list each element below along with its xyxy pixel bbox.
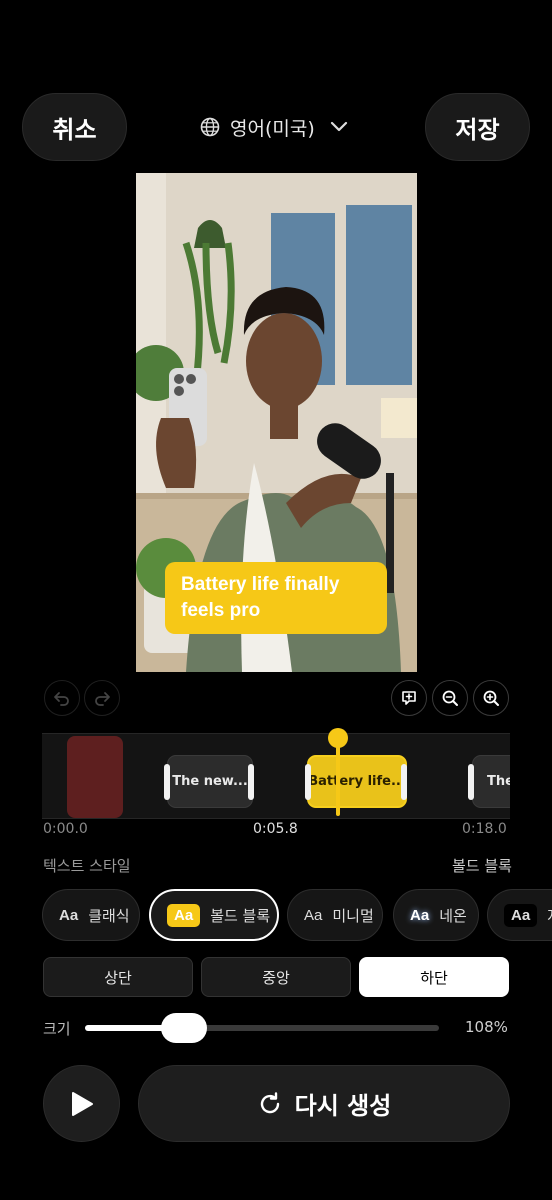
play-icon xyxy=(71,1091,93,1116)
style-preview-icon: Aa xyxy=(59,906,79,924)
timeline-clip-label: The new... xyxy=(172,774,248,789)
clip-trim-handle-right[interactable] xyxy=(401,764,407,800)
clip-trim-handle-left[interactable] xyxy=(468,764,474,800)
style-preview-icon: Aa xyxy=(504,903,538,927)
style-chip-neon[interactable]: Aa 네온 xyxy=(393,889,479,941)
size-slider-track[interactable] xyxy=(85,1025,439,1031)
undo-button[interactable] xyxy=(44,680,80,716)
globe-icon xyxy=(200,117,220,137)
style-preview-icon: Aa xyxy=(304,906,323,924)
style-preview-icon: Aa xyxy=(167,903,201,927)
timeline-clip[interactable]: The new... xyxy=(167,755,253,808)
timeline-clip[interactable]: The xyxy=(472,755,510,808)
size-slider-thumb[interactable] xyxy=(161,1013,208,1043)
clip-trim-handle-right[interactable] xyxy=(248,764,254,800)
style-chip-bold-block[interactable]: Aa 볼드 블록 xyxy=(149,889,279,941)
timeline-clip-label: The xyxy=(487,774,510,789)
timeline-start-time: 0:00.0 xyxy=(43,821,88,837)
regenerate-label: 다시 생성 xyxy=(294,1092,392,1120)
position-center-button[interactable]: 중앙 xyxy=(201,957,351,997)
style-chip-label: 자 xyxy=(547,905,552,926)
video-preview[interactable]: Battery life finally feels pro xyxy=(136,173,417,672)
language-label: 영어(미국) xyxy=(230,117,315,140)
position-bottom-button[interactable]: 하단 xyxy=(359,957,509,997)
style-preview-icon: Aa xyxy=(410,906,430,924)
text-style-selected-value: 볼드 블록 xyxy=(452,857,512,875)
size-value: 108% xyxy=(465,1018,508,1036)
caption-overlay[interactable]: Battery life finally feels pro xyxy=(165,562,387,634)
timeline-clip-label: Battery life... xyxy=(308,774,406,789)
language-selector[interactable]: 영어(미국) xyxy=(200,108,349,146)
refresh-icon xyxy=(260,1091,279,1113)
playhead-knob[interactable] xyxy=(328,728,348,748)
zoom-in-button[interactable] xyxy=(473,680,509,716)
style-chip-label: 네온 xyxy=(439,906,467,925)
clip-trim-handle-left[interactable] xyxy=(164,764,170,800)
play-button[interactable] xyxy=(43,1065,120,1142)
style-chip-label: 미니멀 xyxy=(332,906,374,925)
redo-button[interactable] xyxy=(84,680,120,716)
position-top-button[interactable]: 상단 xyxy=(43,957,193,997)
cancel-button[interactable]: 취소 xyxy=(22,93,127,161)
clip-trim-handle-left[interactable] xyxy=(305,764,311,800)
style-chip-label: 클래식 xyxy=(88,906,130,925)
timeline-current-time: 0:05.8 xyxy=(253,821,298,837)
timeline-start-segment xyxy=(67,736,123,818)
save-button[interactable]: 저장 xyxy=(425,93,530,161)
add-caption-button[interactable] xyxy=(391,680,427,716)
chevron-down-icon xyxy=(330,121,347,132)
text-style-section-label: 텍스트 스타일 xyxy=(43,857,131,875)
style-chip-label: 볼드 블록 xyxy=(210,906,271,925)
timeline-clip-selected[interactable]: Battery life... xyxy=(307,755,407,808)
zoom-in-icon xyxy=(483,690,499,706)
style-chip-classic[interactable]: Aa 클래식 xyxy=(42,889,140,941)
zoom-out-button[interactable] xyxy=(432,680,468,716)
style-chip-partial[interactable]: Aa 자 xyxy=(487,889,552,941)
style-chip-minimal[interactable]: Aa 미니멀 xyxy=(287,889,383,941)
redo-icon xyxy=(95,692,110,706)
regenerate-button[interactable]: 다시 생성 xyxy=(138,1065,510,1142)
timeline-end-time: 0:18.0 xyxy=(462,821,507,837)
add-caption-icon xyxy=(402,691,416,705)
caption-timeline[interactable]: The new... Battery life... The xyxy=(42,733,510,819)
size-label: 크기 xyxy=(43,1020,71,1038)
undo-icon xyxy=(54,692,69,706)
zoom-out-icon xyxy=(442,690,458,706)
